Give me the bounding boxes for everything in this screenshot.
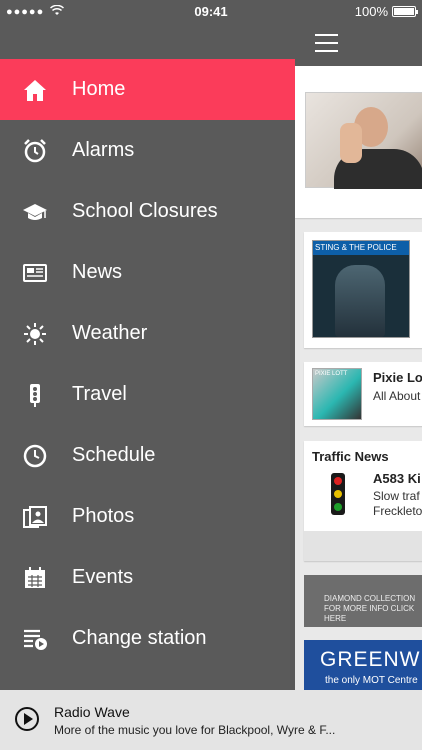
station-name: Radio Wave: [54, 704, 130, 720]
menu-item-alarms[interactable]: Alarms: [0, 120, 295, 181]
traffic-item-body: Slow traf Freckleto: [373, 489, 422, 518]
song-artist: Pixie Lo: [373, 370, 422, 385]
menu-item-label: Home: [72, 78, 126, 100]
traffic-news-card[interactable]: Traffic News A583 Ki Slow traf Freckleto: [304, 441, 422, 561]
menu-item-news[interactable]: News: [0, 242, 295, 303]
status-bar: ●●●●● 09:41 100%: [0, 0, 422, 22]
menu-item-label: Weather: [72, 322, 148, 344]
traffic-light-icon: [331, 473, 345, 515]
traffic-light-icon: [20, 380, 50, 410]
traffic-card-footer: [304, 531, 422, 561]
main-content-panel[interactable]: STING & THE POLICE PIXIE LOTT Pixie Lo A…: [295, 0, 422, 690]
presenter-card[interactable]: [295, 66, 422, 218]
recent-song-card[interactable]: PIXIE LOTT Pixie Lo All About: [304, 362, 422, 426]
menu-item-label: Photos: [72, 505, 135, 527]
menu-item-label: News: [72, 261, 123, 283]
menu-item-label: Change station: [72, 627, 207, 649]
newspaper-icon: [20, 258, 50, 288]
advert-banner-diamond[interactable]: DIAMOND COLLECTION FOR MORE INFO CLICK H…: [304, 575, 422, 627]
menu-item-photos[interactable]: Photos: [0, 486, 295, 547]
menu-item-schedule[interactable]: Schedule: [0, 425, 295, 486]
traffic-heading: Traffic News: [312, 449, 389, 464]
menu-item-travel[interactable]: Travel: [0, 364, 295, 425]
presenter-photo: [305, 92, 422, 189]
clock-icon: [20, 441, 50, 471]
home-icon: [20, 75, 50, 105]
calendar-icon: [20, 563, 50, 593]
playlist-play-icon: [20, 624, 50, 654]
menu-item-label: Alarms: [72, 139, 135, 161]
menu-item-weather[interactable]: Weather: [0, 303, 295, 364]
advert-banner-greenw[interactable]: GREENW the only MOT Centre: [304, 640, 422, 690]
navigation-drawer: Home Alarms School Closures News Weather: [0, 0, 295, 690]
battery-icon: [392, 6, 418, 17]
drawer-menu: Home Alarms School Closures News Weather: [0, 59, 295, 669]
traffic-item-title: A583 Ki: [373, 471, 421, 486]
menu-item-home[interactable]: Home: [0, 59, 295, 120]
menu-item-label: Travel: [72, 383, 127, 405]
song-title: All About: [373, 389, 421, 403]
menu-item-school-closures[interactable]: School Closures: [0, 181, 295, 242]
battery-percent: 100%: [354, 4, 388, 19]
mini-player[interactable]: Radio Wave More of the music you love fo…: [0, 690, 422, 750]
sun-icon: [20, 319, 50, 349]
now-playing-card[interactable]: STING & THE POLICE: [304, 232, 422, 348]
menu-item-label: Events: [72, 566, 134, 588]
station-tagline: More of the music you love for Blackpool…: [54, 723, 336, 737]
album-art: PIXIE LOTT: [312, 368, 362, 420]
menu-item-label: Schedule: [72, 444, 156, 466]
alarm-clock-icon: [20, 136, 50, 166]
menu-item-change-station[interactable]: Change station: [0, 608, 295, 669]
album-art: STING & THE POLICE: [312, 240, 410, 338]
menu-item-events[interactable]: Events: [0, 547, 295, 608]
play-icon[interactable]: [15, 707, 39, 731]
photos-icon: [20, 502, 50, 532]
menu-item-label: School Closures: [72, 200, 218, 222]
hamburger-menu-icon[interactable]: [315, 34, 338, 58]
graduation-cap-icon: [20, 197, 50, 227]
